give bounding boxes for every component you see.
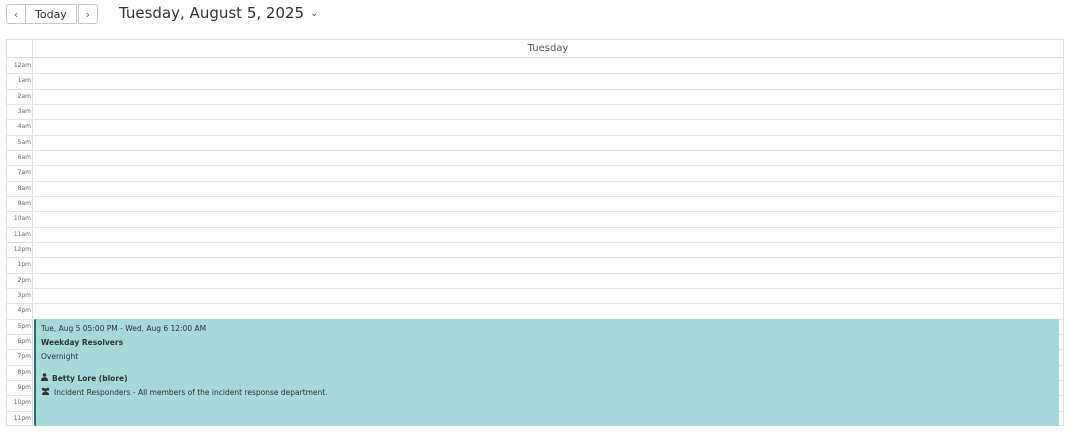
gutter-gridline	[7, 211, 33, 213]
hour-gridline	[33, 196, 1063, 197]
hour-label: 6pm	[17, 338, 31, 345]
hour-label: 7am	[17, 169, 31, 177]
calendar-toolbar: ‹ Today ›	[6, 3, 98, 25]
hour-label: 1pm	[17, 261, 31, 269]
hour-label: 10pm	[13, 399, 31, 407]
hour-gridline	[33, 226, 1063, 228]
gutter-gridline	[7, 165, 33, 167]
hour-label: 12pm	[13, 246, 31, 253]
hour-gridline	[33, 165, 1063, 167]
hour-gridline	[33, 257, 1063, 259]
calendar-header: Tuesday	[7, 40, 1063, 58]
hour-label: 5pm	[17, 322, 31, 330]
gutter-gridline	[7, 349, 33, 351]
header-gutter	[7, 40, 33, 58]
hour-label: 4pm	[17, 307, 31, 315]
hour-gridline	[33, 211, 1063, 213]
hour-label: 5am	[17, 138, 31, 146]
hour-label: 7pm	[17, 353, 31, 361]
hour-gridline	[33, 303, 1063, 305]
gutter-gridline	[7, 134, 33, 136]
event-team: Incident Responders - All members of the…	[41, 387, 1054, 397]
gutter-gridline	[7, 196, 33, 197]
gutter-gridline	[7, 318, 33, 320]
gutter-gridline	[7, 334, 33, 335]
hour-label: 8am	[17, 184, 31, 192]
gutter-gridline	[7, 242, 33, 243]
time-gutter: 12am 1am 2am 3am 4am 5am 6am 7am 8am 9am 10am 11am 1…	[7, 58, 33, 426]
day-header: Tuesday	[527, 43, 569, 54]
hour-label: 10am	[13, 215, 31, 223]
event-schedule-name: Weekday Resolvers	[41, 338, 124, 347]
hour-label: 9am	[17, 200, 31, 207]
gutter-gridline	[7, 104, 33, 105]
hour-gridline	[33, 119, 1063, 121]
gutter-gridline	[7, 364, 33, 366]
gutter-gridline	[7, 288, 33, 289]
prev-day-button[interactable]: ‹	[6, 4, 26, 24]
hour-label: 3am	[17, 108, 31, 115]
event-person-name: Betty Lore (blore)	[52, 373, 128, 383]
gutter-gridline	[7, 150, 33, 151]
gutter-gridline	[7, 380, 33, 381]
event-time-range: Tue, Aug 5 05:00 PM - Wed, Aug 6 12:00 A…	[41, 324, 207, 333]
users-icon	[41, 387, 50, 397]
calendar-body: 12am 1am 2am 3am 4am 5am 6am 7am 8am 9am 10am 11am 1…	[7, 58, 1063, 426]
hour-gridline	[33, 88, 1063, 90]
gutter-gridline	[7, 73, 33, 75]
on-call-event[interactable]: Tue, Aug 5 05:00 PM - Wed, Aug 6 12:00 A…	[34, 319, 1059, 426]
next-day-button[interactable]: ›	[77, 4, 98, 24]
hour-label: 8pm	[17, 368, 31, 376]
chevron-down-icon: ⌄	[310, 7, 319, 19]
hour-label: 6am	[17, 154, 31, 161]
gutter-gridline	[7, 257, 33, 259]
date-title-dropdown[interactable]: Tuesday, August 5, 2025 ⌄	[119, 4, 318, 22]
gutter-gridline	[7, 119, 33, 121]
hour-label: 11am	[13, 230, 31, 238]
hour-label: 4am	[17, 123, 31, 131]
day-calendar: Tuesday 12am 1am 2am 3am 4am 5am 6am 7am 8am 9am 1…	[6, 39, 1064, 426]
today-button[interactable]: Today	[26, 4, 77, 24]
hour-gridline	[33, 150, 1063, 151]
gutter-gridline	[7, 303, 33, 305]
hour-label: 1am	[17, 77, 31, 85]
hour-gridline	[33, 73, 1063, 75]
gutter-gridline	[7, 180, 33, 182]
hour-gridline	[33, 272, 1063, 274]
hour-gridline	[33, 180, 1063, 182]
event-person: Betty Lore (blore)	[41, 373, 1054, 383]
hour-gridline	[33, 288, 1063, 289]
gutter-gridline	[7, 272, 33, 274]
date-title: Tuesday, August 5, 2025	[119, 4, 305, 22]
gutter-gridline	[7, 226, 33, 228]
user-icon	[41, 373, 48, 383]
hour-label: 2pm	[17, 276, 31, 284]
event-team-name: Incident Responders - All members of the…	[54, 387, 328, 397]
hour-gridline	[33, 104, 1063, 105]
hour-label: 2am	[17, 92, 31, 100]
hour-gridline	[33, 242, 1063, 243]
gutter-gridline	[7, 410, 33, 412]
gutter-gridline	[7, 395, 33, 397]
event-layer-name: Overnight	[41, 352, 79, 361]
gutter-gridline	[7, 88, 33, 90]
hour-label: 9pm	[17, 384, 31, 391]
hour-gridline	[33, 134, 1063, 136]
chevron-right-icon: ›	[85, 7, 91, 21]
hour-label: 11pm	[13, 414, 31, 422]
hour-label: 3pm	[17, 292, 31, 299]
hour-label: 12am	[13, 62, 31, 69]
chevron-left-icon: ‹	[13, 7, 19, 21]
